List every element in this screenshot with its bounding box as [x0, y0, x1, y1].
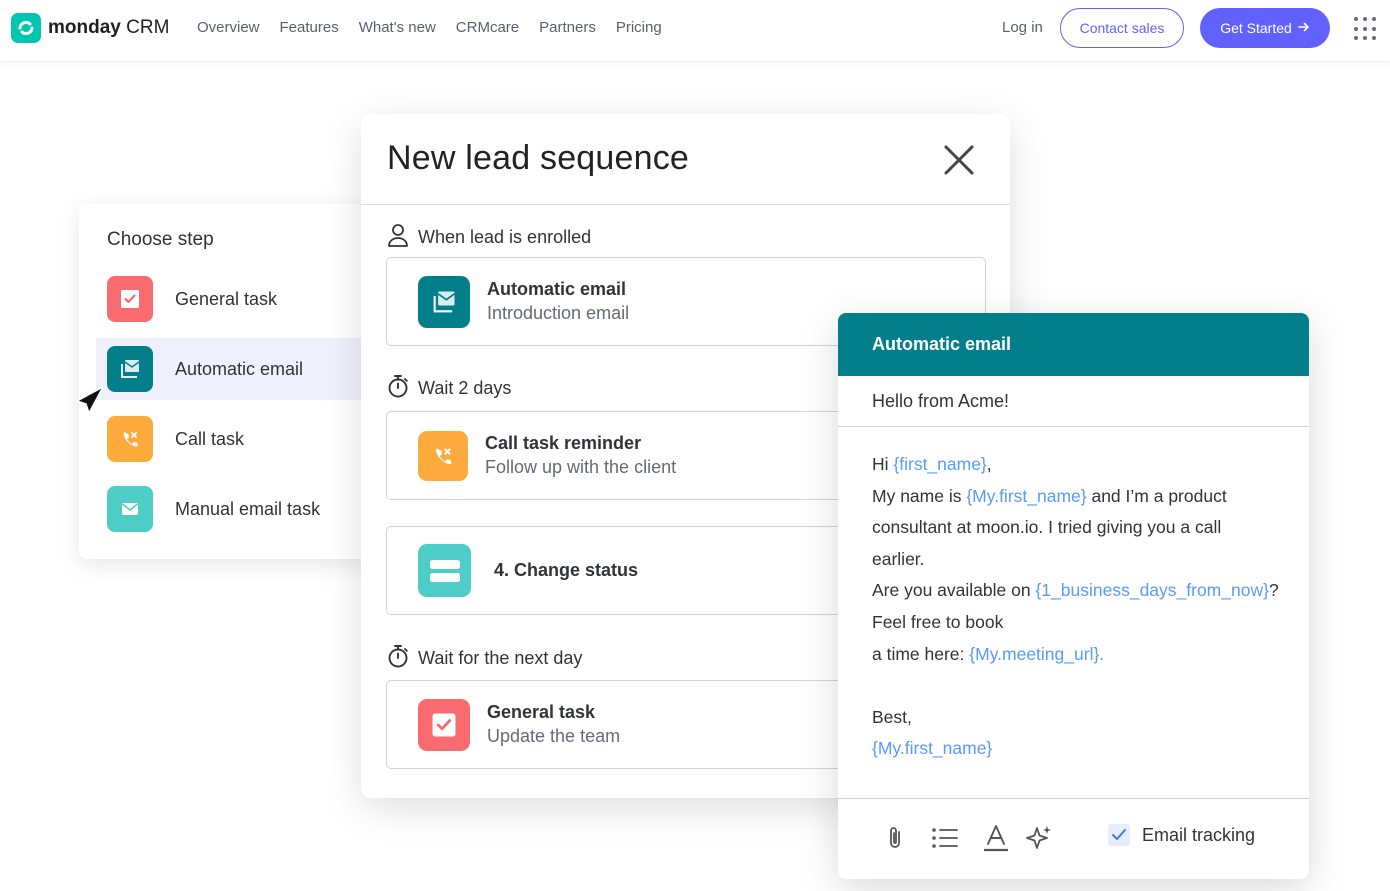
stopwatch-icon — [387, 644, 409, 673]
wait-text: Wait 2 days — [418, 378, 512, 398]
trigger-label: When lead is enrolled — [387, 223, 591, 252]
choose-step-title: Choose step — [107, 229, 214, 250]
phone-icon — [418, 430, 468, 481]
status-icon — [418, 544, 471, 597]
email-subject-field[interactable]: Hello from Acme! — [838, 376, 1309, 427]
get-started-label: Get Started — [1220, 20, 1292, 36]
step-title: Call task reminder — [485, 433, 642, 453]
brand-name: monday CRM — [48, 17, 170, 38]
email-body-editor[interactable]: Hi {first_name}, My name is {My.first_na… — [872, 449, 1302, 765]
paperclip-icon[interactable] — [878, 821, 912, 855]
nav-link-pricing[interactable]: Pricing — [616, 19, 662, 36]
automatic-email-panel: Automatic email Hello from Acme! Hi {fir… — [838, 313, 1309, 879]
email-line: earlier. — [872, 548, 925, 569]
email-tracking-label: Email tracking — [1142, 824, 1256, 845]
top-navigation: monday CRM Overview Features What's new … — [0, 0, 1390, 62]
phone-icon — [107, 416, 153, 462]
email-line: Are you available on {1_business_days_fr… — [872, 580, 1279, 601]
wait-label: Wait 2 days — [387, 374, 511, 403]
checkbox-icon — [107, 276, 153, 322]
step-option-call-task[interactable]: Call task — [96, 408, 379, 470]
template-variable: {first_name} — [893, 454, 987, 474]
apps-grid-icon[interactable] — [1354, 17, 1378, 41]
step-option-label: General task — [175, 288, 278, 309]
modal-title: New lead sequence — [387, 139, 690, 177]
text-color-icon[interactable] — [979, 821, 1013, 855]
login-link[interactable]: Log in — [1002, 19, 1043, 36]
main-nav-links: Overview Features What's new CRMcare Par… — [197, 19, 662, 36]
step-option-label: Manual email task — [175, 498, 321, 519]
email-line: consultant at moon.io. I tried giving yo… — [872, 517, 1222, 538]
template-variable: {My.meeting_url}. — [969, 643, 1105, 664]
template-variable: {My.first_name} — [966, 485, 1087, 506]
step-option-automatic-email[interactable]: Automatic email — [96, 338, 379, 400]
modal-divider — [361, 204, 1010, 205]
checkbox-checked-icon — [1108, 824, 1130, 846]
step-title: General task — [487, 702, 596, 722]
email-tracking-toggle[interactable]: Email tracking — [1108, 824, 1255, 846]
brand-logo[interactable]: monday CRM — [11, 13, 169, 43]
contact-sales-button[interactable]: Contact sales — [1060, 8, 1184, 48]
nav-link-overview[interactable]: Overview — [197, 19, 260, 36]
nav-link-whats-new[interactable]: What's new — [359, 19, 436, 36]
mail-icon — [107, 486, 153, 532]
step-option-label: Call task — [175, 428, 245, 449]
person-icon — [387, 223, 409, 252]
nav-link-partners[interactable]: Partners — [539, 19, 596, 36]
email-line: Hi {first_name}, — [872, 454, 992, 474]
envelope-stack-icon — [107, 346, 153, 392]
email-line: a time here: {My.meeting_url}. — [872, 643, 1105, 664]
close-icon[interactable] — [941, 142, 977, 178]
template-variable: {1_business_days_from_now} — [1035, 580, 1269, 601]
envelope-stack-icon — [418, 275, 470, 328]
step-subtitle: Introduction email — [487, 303, 630, 323]
email-toolbar: Email tracking — [838, 798, 1309, 879]
step-title: Automatic email — [487, 279, 627, 299]
wait-text: Wait for the next day — [418, 648, 583, 668]
get-started-button[interactable]: Get Started — [1200, 8, 1330, 48]
template-variable: {My.first_name} — [872, 738, 993, 759]
mouse-pointer-icon — [73, 385, 105, 415]
choose-step-panel: Choose step General task Automatic email… — [79, 204, 379, 559]
email-line: My name is {My.first_name} and I’m a pro… — [872, 485, 1227, 506]
step-option-manual-email-task[interactable]: Manual email task — [96, 478, 379, 540]
email-line: Feel free to book — [872, 611, 1004, 632]
stopwatch-icon — [387, 374, 409, 403]
wait-label: Wait for the next day — [387, 644, 582, 673]
email-line: Best, — [872, 706, 912, 727]
email-panel-header: Automatic email — [838, 313, 1309, 376]
nav-link-features[interactable]: Features — [280, 19, 339, 36]
step-option-label: Automatic email — [175, 358, 304, 379]
step-subtitle: Follow up with the client — [485, 457, 677, 477]
step-option-general-task[interactable]: General task — [96, 268, 379, 330]
checkbox-icon — [418, 698, 470, 751]
step-subtitle: Update the team — [487, 726, 621, 746]
monday-logo-icon — [11, 13, 41, 43]
step-title: 4. Change status — [494, 560, 639, 580]
arrow-right-icon — [1297, 20, 1310, 36]
bullet-list-icon[interactable] — [928, 821, 962, 855]
ai-sparkle-icon[interactable] — [1022, 821, 1056, 855]
trigger-text: When lead is enrolled — [418, 227, 592, 247]
nav-link-crmcare[interactable]: CRMcare — [456, 19, 519, 36]
